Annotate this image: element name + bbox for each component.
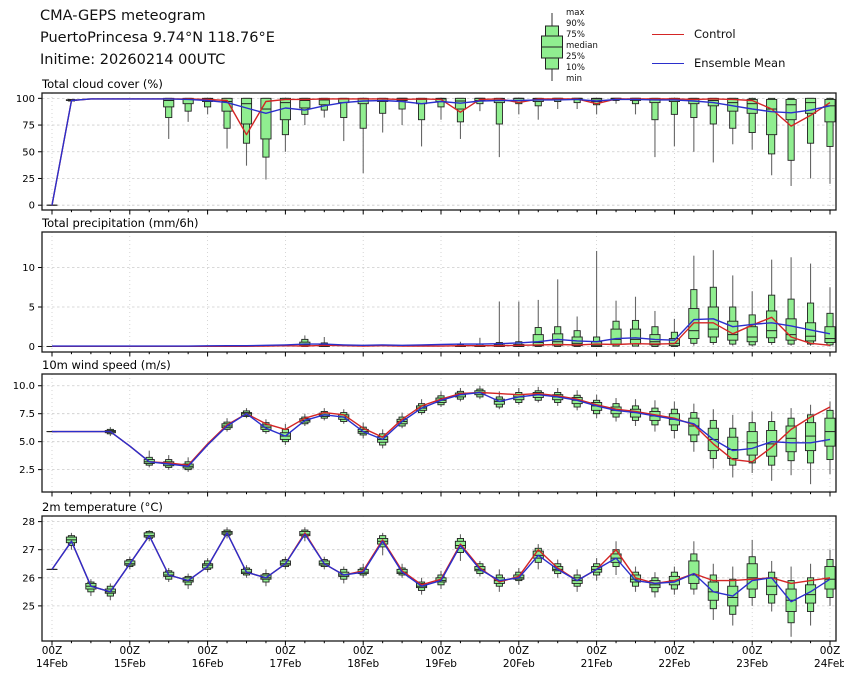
x-tick-day: 18Feb (347, 658, 379, 670)
meteogram-chart: 025507510005102.55.07.510.02526272800Z14… (0, 0, 844, 680)
x-tick-hour: 00Z (664, 645, 685, 657)
legend-label-75: 75% (566, 30, 585, 40)
x-tick-day: 16Feb (192, 658, 224, 670)
panel-temperature: 25 26 27 28 (22, 516, 836, 646)
legend-label-median: median (566, 41, 598, 51)
x-tick-hour: 00Z (275, 645, 296, 657)
ensemble-mean-line-swatch (652, 63, 684, 64)
y-tick-label: 2.5 (19, 465, 35, 476)
legend-label-max: max (566, 8, 585, 18)
y-tick-label: 25 (22, 601, 35, 612)
y-tick-label: 27 (22, 545, 35, 556)
y-tick-label: 75 (22, 121, 35, 132)
y-tick-label: 0 (29, 201, 35, 212)
station-location: PuertoPrincesa 9.74°N 118.76°E (40, 30, 275, 46)
legend-entry-control: Control (652, 27, 736, 41)
x-tick-hour: 00Z (742, 645, 763, 657)
legend-label-10: 10% (566, 63, 585, 73)
legend-label-25: 25% (566, 52, 585, 62)
legend-entry-ensemble-mean: Ensemble Mean (652, 56, 785, 70)
legend-control-label: Control (694, 27, 736, 41)
x-tick-day: 21Feb (581, 658, 613, 670)
y-tick-label: 28 (22, 517, 35, 528)
x-tick-day: 14Feb (36, 658, 68, 670)
y-tick-label: 5 (29, 303, 35, 314)
x-tick-day: 24Feb (814, 658, 844, 670)
legend-box-glyph (542, 13, 563, 81)
x-tick-day: 22Feb (658, 658, 690, 670)
page-title: CMA-GEPS meteogram (40, 8, 206, 24)
x-tick-hour: 00Z (431, 645, 452, 657)
x-tick-hour: 00Z (353, 645, 374, 657)
panel-title-cloud-cover: Total cloud cover (%) (42, 77, 163, 91)
y-tick-label: 7.5 (19, 409, 35, 420)
panel-title-temperature: 2m temperature (°C) (42, 500, 163, 514)
y-tick-label: 26 (22, 573, 35, 584)
panel-title-precipitation: Total precipitation (mm/6h) (42, 216, 198, 230)
legend-label-min: min (566, 74, 582, 84)
x-tick-hour: 00Z (586, 645, 607, 657)
x-axis-labels: 00Z14Feb00Z15Feb00Z16Feb00Z17Feb00Z18Feb… (36, 645, 844, 670)
x-tick-hour: 00Z (509, 645, 530, 657)
panel-title-wind-speed: 10m wind speed (m/s) (42, 358, 171, 372)
legend-label-90: 90% (566, 19, 585, 29)
x-tick-day: 19Feb (425, 658, 457, 670)
x-tick-hour: 00Z (820, 645, 841, 657)
panel-wind-speed: 2.5 5.0 7.5 10.0 (13, 374, 836, 497)
legend-ensemble-mean-label: Ensemble Mean (694, 56, 785, 70)
y-tick-label: 5.0 (19, 437, 35, 448)
x-tick-hour: 00Z (120, 645, 141, 657)
control-line-swatch (652, 34, 684, 35)
y-tick-label: 100 (16, 94, 35, 105)
y-tick-label: 0 (29, 342, 35, 353)
x-tick-hour: 00Z (42, 645, 63, 657)
x-tick-hour: 00Z (197, 645, 218, 657)
y-tick-label: 50 (22, 147, 35, 158)
meteogram-page: 025507510005102.55.07.510.02526272800Z14… (0, 0, 844, 680)
x-tick-day: 17Feb (269, 658, 301, 670)
panel-precipitation: 0 5 10 (22, 232, 836, 357)
x-tick-day: 20Feb (503, 658, 535, 670)
y-tick-label: 10 (22, 263, 35, 274)
y-tick-label: 10.0 (13, 381, 35, 392)
init-time: Initime: 20260214 00UTC (40, 52, 225, 68)
x-tick-day: 23Feb (736, 658, 768, 670)
x-tick-day: 15Feb (114, 658, 146, 670)
y-tick-label: 25 (22, 174, 35, 185)
panel-cloud-cover: 0 25 50 75 100 (16, 93, 836, 215)
